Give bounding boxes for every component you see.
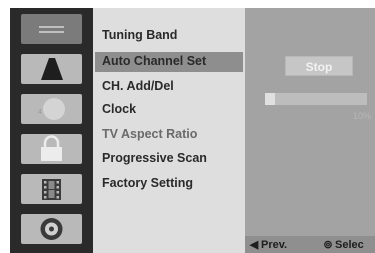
scan-progress-bar	[265, 93, 367, 105]
menu-item-tuning-band[interactable]: Tuning Band	[102, 28, 177, 42]
menu-item-clock[interactable]: Clock	[102, 102, 136, 116]
lock-icon[interactable]	[21, 134, 82, 164]
menu-item-ch-add-del[interactable]: CH. Add/Del	[102, 79, 174, 93]
menu-item-progressive-scan[interactable]: Progressive Scan	[102, 151, 207, 165]
menu-item-factory-setting[interactable]: Factory Setting	[102, 176, 193, 190]
recording-icon[interactable]	[21, 174, 82, 204]
svg-text:4: 4	[38, 109, 42, 116]
left-arrow-icon: ◀	[249, 239, 259, 251]
prev-hint[interactable]: ◀ Prev.	[249, 238, 287, 251]
stop-button[interactable]: Stop	[285, 56, 353, 76]
enter-button-icon: ⊚	[323, 239, 333, 251]
audio-icon[interactable]: 4	[21, 94, 82, 124]
prev-label: Prev.	[261, 239, 288, 251]
setup-category-bar: 4	[10, 8, 93, 253]
general-setup-icon[interactable]	[21, 14, 82, 44]
language-icon[interactable]	[21, 54, 82, 84]
scan-progress-fill	[265, 93, 276, 105]
select-hint[interactable]: ⊚ Selec	[323, 238, 364, 251]
menu-item-auto-channel-set[interactable]: Auto Channel Set	[102, 54, 206, 68]
select-label: Selec	[335, 239, 364, 251]
navigation-hint-bar: ◀ Prev. ⊚ Selec	[245, 236, 375, 253]
disc-icon[interactable]	[21, 214, 82, 244]
menu-item-tv-aspect-ratio[interactable]: TV Aspect Ratio	[102, 127, 197, 141]
setup-menu-list: Tuning Band Auto Channel Set CH. Add/Del…	[93, 8, 245, 253]
scan-progress-percent: 10%	[353, 111, 372, 121]
auto-channel-panel: Stop 10%	[245, 8, 375, 236]
setup-screen: 4 Tuning Band Auto Channel Set CH. Add/D…	[10, 8, 375, 253]
